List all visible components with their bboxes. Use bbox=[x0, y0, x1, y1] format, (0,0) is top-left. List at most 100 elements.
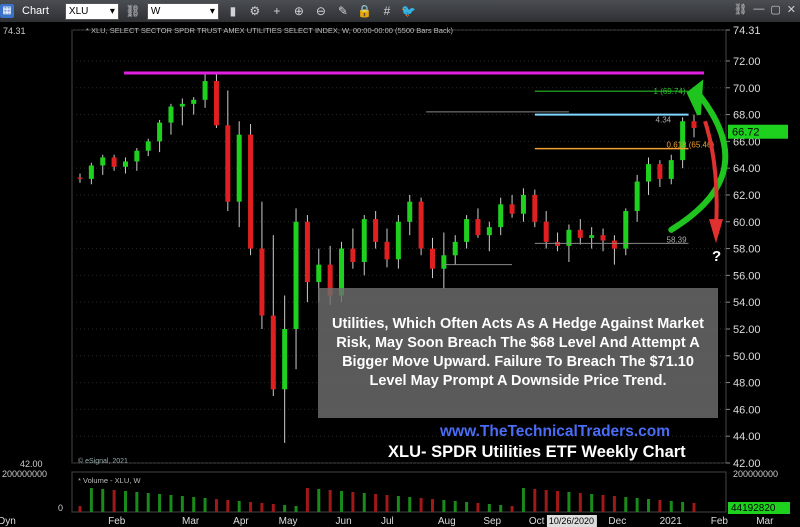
volume-bar bbox=[396, 496, 400, 512]
settings-icon[interactable]: ⚙ bbox=[247, 4, 263, 18]
candle-body bbox=[464, 219, 470, 242]
date-tick-label: Apr bbox=[233, 516, 249, 527]
price-tick-label: 70.00 bbox=[733, 83, 761, 95]
price-tick-label: 74.31 bbox=[733, 25, 761, 37]
price-tick-label: 52.00 bbox=[733, 324, 761, 336]
hashtag-icon[interactable]: # bbox=[379, 4, 395, 18]
candle-body bbox=[691, 121, 697, 128]
volume-bar bbox=[158, 494, 162, 512]
candle-body bbox=[134, 150, 140, 162]
volume-bar bbox=[101, 489, 105, 512]
date-tick-label: Mar bbox=[756, 516, 774, 527]
minimize-icon[interactable]: — bbox=[753, 3, 764, 16]
close-icon[interactable]: ✕ bbox=[787, 3, 796, 16]
add-icon[interactable]: + bbox=[269, 4, 285, 18]
volume-bar bbox=[283, 505, 287, 512]
volume-bar bbox=[544, 490, 548, 512]
symbol-field[interactable]: XLU ▾ bbox=[64, 2, 119, 20]
volume-last-label: 44192820 bbox=[731, 503, 776, 514]
date-tick-label: Feb bbox=[108, 516, 126, 527]
volume-bar bbox=[305, 488, 309, 512]
price-tick-label: 64.00 bbox=[733, 163, 761, 175]
draw-icon[interactable]: ✎ bbox=[335, 4, 351, 18]
volume-bar bbox=[669, 501, 673, 512]
volume-bar bbox=[374, 494, 378, 512]
volume-bar bbox=[601, 495, 605, 512]
candle-body bbox=[259, 248, 265, 316]
volume-bar bbox=[692, 503, 696, 512]
date-tick-label: Feb bbox=[711, 516, 729, 527]
candle-body bbox=[248, 134, 254, 249]
candle-body bbox=[441, 255, 447, 269]
candle-body bbox=[475, 219, 481, 236]
candle-body bbox=[543, 221, 549, 242]
link-window-icon[interactable]: ⛓ bbox=[733, 3, 747, 16]
candle-body bbox=[646, 164, 652, 182]
volume-bar bbox=[430, 499, 434, 512]
date-cursor-label: 10/26/2020 bbox=[549, 516, 594, 526]
candle-body bbox=[384, 241, 390, 260]
candle-body bbox=[373, 219, 379, 242]
price-tick-label: 68.00 bbox=[733, 110, 761, 122]
lock-icon[interactable]: 🔒 bbox=[357, 4, 373, 18]
volume-bottom-label: 0 bbox=[58, 503, 63, 513]
volume-top-label: 200000000 bbox=[2, 469, 47, 479]
bar-style-icon[interactable]: ▮ bbox=[225, 4, 241, 18]
window-controls: ⛓ — ▢ ✕ bbox=[733, 3, 796, 16]
volume-bar bbox=[476, 503, 480, 512]
volume-bar bbox=[203, 498, 207, 512]
chart-caption: XLU- SPDR Utilities ETF Weekly Chart bbox=[388, 443, 686, 461]
low-level-label: 58.39 bbox=[667, 235, 688, 244]
volume-top-label-right: 200000000 bbox=[733, 469, 778, 479]
date-tick-label: Mar bbox=[182, 516, 200, 527]
zoom-in-icon[interactable]: ⊕ bbox=[291, 4, 307, 18]
price-tick-label: 50.00 bbox=[733, 351, 761, 363]
candle-body bbox=[157, 122, 163, 142]
window-title: Chart bbox=[22, 5, 49, 17]
candle-body bbox=[555, 241, 561, 246]
date-tick-label: Dyn bbox=[0, 516, 16, 527]
symbol-value: XLU bbox=[68, 5, 89, 17]
zoom-out-icon[interactable]: ⊖ bbox=[313, 4, 329, 18]
candle-body bbox=[668, 160, 674, 179]
candle-body bbox=[122, 161, 128, 167]
volume-bar bbox=[351, 492, 355, 512]
candle-body bbox=[634, 181, 640, 212]
chart-icon: ▦ bbox=[0, 4, 14, 18]
chart-toolbar: ▦ Chart XLU ▾ ⛓ W ▾ ▮ ⚙ + ⊕ ⊖ ✎ 🔒 # 🐦 ⛓ — … bbox=[0, 0, 800, 23]
candle-body bbox=[304, 221, 310, 283]
candle-body bbox=[350, 248, 356, 262]
date-tick-label: Aug bbox=[438, 516, 456, 527]
volume-bar bbox=[362, 493, 366, 512]
candle-body bbox=[179, 103, 185, 107]
date-tick-label: Sep bbox=[483, 516, 501, 527]
candle-body bbox=[611, 240, 617, 249]
volume-bar bbox=[123, 491, 127, 512]
maximize-icon[interactable]: ▢ bbox=[770, 3, 780, 16]
volume-bar bbox=[249, 502, 253, 512]
volume-legend: * Volume - XLU, W bbox=[78, 476, 141, 485]
candle-body bbox=[589, 235, 595, 238]
last-price-label: 66.72 bbox=[732, 127, 760, 139]
volume-bar bbox=[487, 504, 491, 512]
twitter-icon[interactable]: 🐦 bbox=[401, 4, 417, 18]
candle-body bbox=[657, 164, 663, 179]
candle-body bbox=[168, 106, 174, 123]
candle-body bbox=[145, 141, 151, 151]
date-tick-label: Jun bbox=[336, 516, 352, 527]
volume-bar bbox=[465, 502, 469, 512]
website-url: www.TheTechnicalTraders.com bbox=[440, 423, 670, 440]
volume-bar bbox=[226, 500, 230, 512]
interval-field[interactable]: W ▾ bbox=[146, 2, 219, 20]
candle-body bbox=[577, 229, 583, 238]
candle-body bbox=[202, 81, 208, 100]
volume-bar bbox=[271, 504, 275, 512]
volume-bar bbox=[612, 496, 616, 512]
candle-body bbox=[225, 125, 231, 202]
volume-bar bbox=[419, 498, 423, 512]
candle-body bbox=[111, 157, 117, 167]
link-icon[interactable]: ⛓ bbox=[125, 4, 141, 18]
candle-body bbox=[236, 134, 242, 202]
date-tick-label: Jul bbox=[381, 516, 394, 527]
fib-0618-label: 0.618 (65.46) bbox=[667, 141, 715, 150]
